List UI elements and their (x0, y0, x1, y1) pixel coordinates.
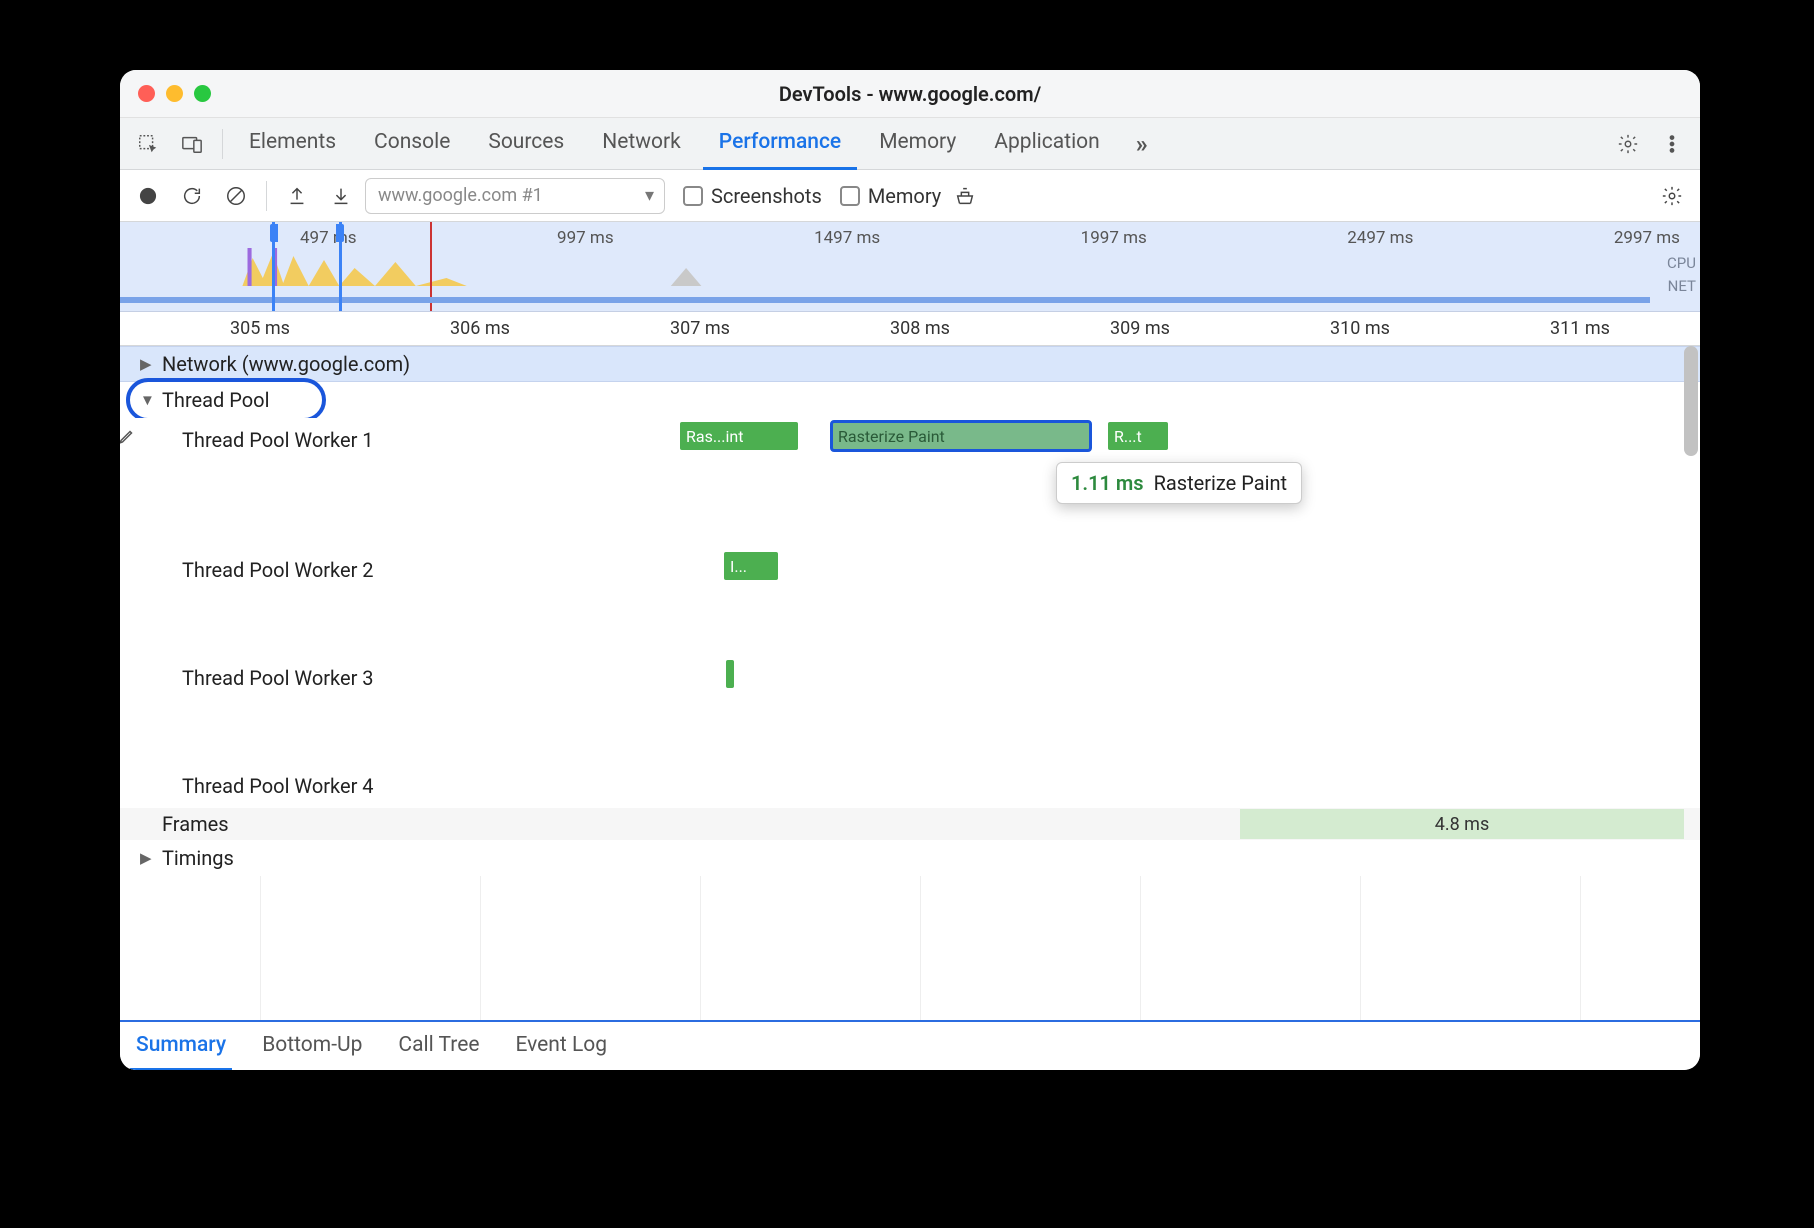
tab-network[interactable]: Network (586, 118, 697, 170)
overview-net-bar (120, 297, 1650, 303)
overview-tick: 997 ms (557, 228, 614, 248)
tooltip-name: Rasterize Paint (1154, 471, 1288, 495)
ruler-tick: 310 ms (1330, 318, 1390, 339)
inspect-element-icon[interactable] (128, 124, 168, 164)
worker-3-label: Thread Pool Worker 3 (140, 664, 440, 692)
overview-range-handle[interactable] (272, 222, 342, 311)
ruler-tick: 311 ms (1550, 318, 1610, 339)
thread-pool-worker-2-track[interactable]: Thread Pool Worker 2 I... (120, 548, 1700, 656)
net-label: NET (1667, 275, 1696, 298)
upload-profile-icon[interactable] (277, 176, 317, 216)
reload-record-icon[interactable] (172, 176, 212, 216)
profile-select-value: www.google.com #1 (378, 185, 543, 206)
overview-tick: 1497 ms (814, 228, 880, 248)
record-button-icon[interactable] (128, 176, 168, 216)
profile-select[interactable]: www.google.com #1 (365, 178, 665, 214)
task-item[interactable]: I... (724, 552, 778, 580)
screenshots-checkbox[interactable]: Screenshots (683, 184, 822, 208)
ruler-tick: 309 ms (1110, 318, 1170, 339)
main-tabs: Elements Console Sources Network Perform… (233, 118, 1162, 170)
tab-bottom-up[interactable]: Bottom-Up (256, 1021, 368, 1070)
divider (222, 129, 223, 159)
more-tabs-icon[interactable]: » (1122, 124, 1162, 164)
thread-pool-worker-4-track[interactable]: Thread Pool Worker 4 (120, 764, 1700, 808)
frame-bar[interactable]: 4.8 ms (1240, 809, 1684, 839)
edit-icon[interactable] (120, 426, 136, 450)
thread-pool-header[interactable]: ▼ Thread Pool (120, 382, 1700, 418)
vertical-scrollbar[interactable] (1684, 346, 1698, 1020)
network-track-header[interactable]: ▶ Network (www.google.com) (120, 346, 1700, 382)
overview-ruler: 497 ms 997 ms 1497 ms 1997 ms 2497 ms 29… (120, 228, 1700, 248)
tab-application[interactable]: Application (978, 118, 1115, 170)
tooltip-duration: 1.11 ms (1071, 471, 1144, 495)
divider (266, 181, 267, 211)
kebab-menu-icon[interactable] (1652, 124, 1692, 164)
worker-4-label: Thread Pool Worker 4 (140, 772, 440, 800)
titlebar: DevTools - www.google.com/ (120, 70, 1700, 118)
task-rasterize-paint[interactable]: R...t (1108, 422, 1168, 450)
memory-label: Memory (868, 184, 941, 208)
timings-track-header[interactable]: ▶ Timings (120, 840, 1700, 876)
overview-tick: 2497 ms (1347, 228, 1413, 248)
main-tabs-bar: Elements Console Sources Network Perform… (120, 118, 1700, 170)
network-track-label: Network (www.google.com) (162, 352, 410, 376)
tab-sources[interactable]: Sources (472, 118, 580, 170)
expand-arrow-icon[interactable]: ▶ (140, 355, 156, 373)
ruler-tick: 307 ms (670, 318, 730, 339)
collapse-arrow-icon[interactable]: ▼ (140, 391, 156, 409)
timings-label: Timings (162, 846, 234, 870)
frames-label: Frames (140, 812, 440, 836)
tab-summary[interactable]: Summary (130, 1021, 232, 1070)
tab-memory[interactable]: Memory (863, 118, 972, 170)
thread-pool-worker-1-track[interactable]: Thread Pool Worker 1 Ras...int Rasterize… (120, 418, 1700, 548)
overview-tick: 2997 ms (1614, 228, 1680, 248)
checkbox-box-icon (683, 186, 703, 206)
thread-pool-worker-3-track[interactable]: Thread Pool Worker 3 (120, 656, 1700, 764)
checkbox-box-icon (840, 186, 860, 206)
clear-icon[interactable] (216, 176, 256, 216)
task-rasterize-paint[interactable]: Ras...int (680, 422, 798, 450)
settings-gear-icon[interactable] (1608, 124, 1648, 164)
expand-arrow-icon[interactable]: ▶ (140, 849, 156, 867)
task-rasterize-paint-selected[interactable]: Rasterize Paint (832, 422, 1090, 450)
task-item[interactable] (726, 660, 734, 688)
capture-settings-gear-icon[interactable] (1652, 176, 1692, 216)
download-profile-icon[interactable] (321, 176, 361, 216)
overview-cpu-graph (120, 248, 1650, 286)
device-toolbar-icon[interactable] (172, 124, 212, 164)
ruler-tick: 306 ms (450, 318, 510, 339)
timeline-overview[interactable]: 497 ms 997 ms 1497 ms 1997 ms 2497 ms 29… (120, 222, 1700, 312)
ruler-tick: 305 ms (230, 318, 290, 339)
frames-track[interactable]: Frames 4.8 ms (120, 808, 1700, 840)
detail-ruler[interactable]: 305 ms 306 ms 307 ms 308 ms 309 ms 310 m… (120, 312, 1700, 346)
cpu-label: CPU (1667, 252, 1696, 275)
scrollbar-thumb[interactable] (1684, 346, 1698, 456)
screenshots-label: Screenshots (711, 184, 822, 208)
worker-1-label: Thread Pool Worker 1 (140, 426, 440, 454)
overview-tick: 1997 ms (1081, 228, 1147, 248)
tab-call-tree[interactable]: Call Tree (392, 1021, 485, 1070)
worker-2-label: Thread Pool Worker 2 (140, 556, 440, 584)
thread-pool-label: Thread Pool (162, 388, 269, 412)
tab-elements[interactable]: Elements (233, 118, 352, 170)
ruler-tick: 308 ms (890, 318, 950, 339)
collect-garbage-icon[interactable] (945, 176, 985, 216)
window-title: DevTools - www.google.com/ (120, 82, 1700, 106)
tab-console[interactable]: Console (358, 118, 466, 170)
memory-checkbox[interactable]: Memory (840, 184, 941, 208)
detail-tabs: Summary Bottom-Up Call Tree Event Log (120, 1020, 1700, 1070)
tab-event-log[interactable]: Event Log (509, 1021, 613, 1070)
tab-performance[interactable]: Performance (703, 118, 857, 170)
flame-chart-panel[interactable]: ▶ Network (www.google.com) ▼ Thread Pool… (120, 346, 1700, 1020)
task-tooltip: 1.11 ms Rasterize Paint (1056, 462, 1302, 504)
overview-side-labels: CPU NET (1667, 252, 1696, 297)
devtools-window: DevTools - www.google.com/ Elements Cons… (120, 70, 1700, 1070)
performance-toolbar: www.google.com #1 Screenshots Memory (120, 170, 1700, 222)
